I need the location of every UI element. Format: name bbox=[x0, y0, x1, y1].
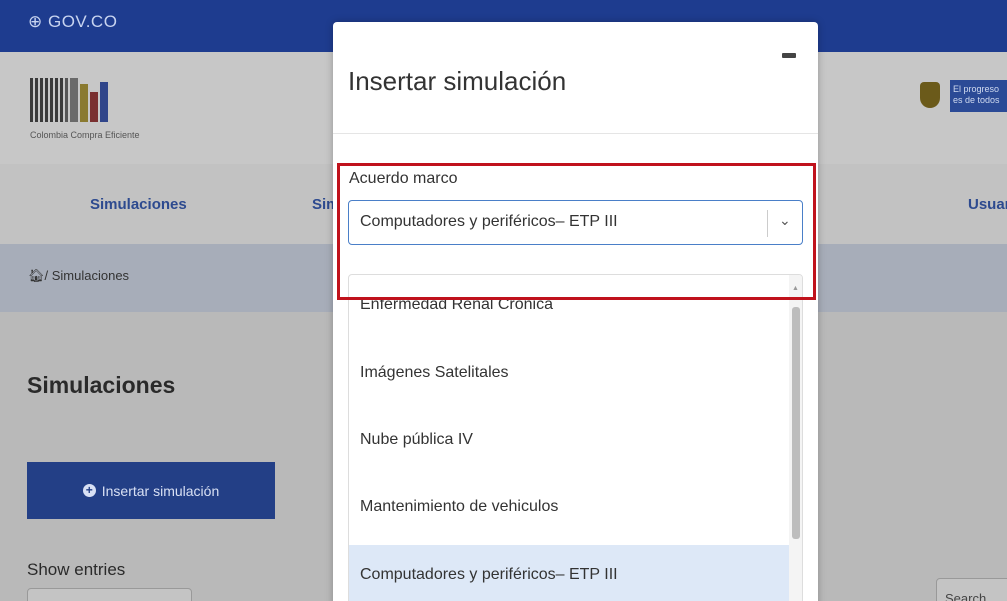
insert-simulation-button[interactable]: + Insertar simulación bbox=[27, 462, 275, 519]
logo-caption: Colombia Compra Eficiente bbox=[30, 130, 140, 140]
select-divider bbox=[767, 210, 768, 237]
insert-simulation-modal: Insertar simulación Acuerdo marco Comput… bbox=[333, 22, 818, 601]
scroll-up-icon[interactable]: ▲ bbox=[792, 285, 799, 292]
dropdown-option[interactable]: Nube pública IV bbox=[349, 410, 789, 470]
govco-brand[interactable]: ⊕ GOV.CO bbox=[28, 12, 117, 32]
entries-select[interactable] bbox=[27, 588, 192, 601]
insert-simulation-label: Insertar simulación bbox=[101, 482, 220, 499]
page-title: Simulaciones bbox=[27, 372, 176, 398]
nav-item-simulaciones[interactable]: Simulaciones bbox=[90, 196, 187, 213]
chevron-down-icon[interactable]: ⌄ bbox=[779, 212, 791, 229]
search-input[interactable]: Search bbox=[936, 578, 1007, 601]
show-entries-label: Show entries bbox=[27, 560, 126, 579]
colombia-shield-icon bbox=[920, 82, 940, 108]
select-value: Computadores y periféricos– ETP III bbox=[360, 213, 618, 230]
logo-barcode bbox=[30, 74, 160, 122]
home-icon[interactable]: 🏠︎ bbox=[28, 268, 45, 283]
acuerdo-marco-dropdown: Enfermedad Renal Crónica Imágenes Sateli… bbox=[348, 274, 803, 601]
dropdown-option-selected[interactable]: Computadores y periféricos– ETP III bbox=[349, 545, 789, 601]
minimize-icon[interactable] bbox=[782, 53, 796, 58]
dropdown-scroll-thumb[interactable] bbox=[792, 307, 800, 539]
breadcrumb-text: / Simulaciones bbox=[44, 268, 130, 283]
progress-banner: El progreso es de todos bbox=[950, 80, 1007, 112]
acuerdo-marco-label: Acuerdo marco bbox=[349, 170, 458, 187]
plus-circle-icon: + bbox=[82, 484, 96, 497]
modal-header: Insertar simulación bbox=[333, 22, 818, 134]
dropdown-option[interactable]: Mantenimiento de vehiculos bbox=[349, 477, 789, 537]
modal-title: Insertar simulación bbox=[348, 66, 567, 96]
dropdown-option[interactable]: Imágenes Satelitales bbox=[349, 343, 789, 403]
dropdown-option[interactable]: Enfermedad Renal Crónica bbox=[349, 275, 789, 335]
acuerdo-marco-select[interactable]: Computadores y periféricos– ETP III ⌄ bbox=[348, 200, 803, 245]
site-logo[interactable]: Colombia Compra Eficiente bbox=[30, 74, 160, 148]
nav-item-usuarios[interactable]: Usuar bbox=[968, 196, 1007, 213]
